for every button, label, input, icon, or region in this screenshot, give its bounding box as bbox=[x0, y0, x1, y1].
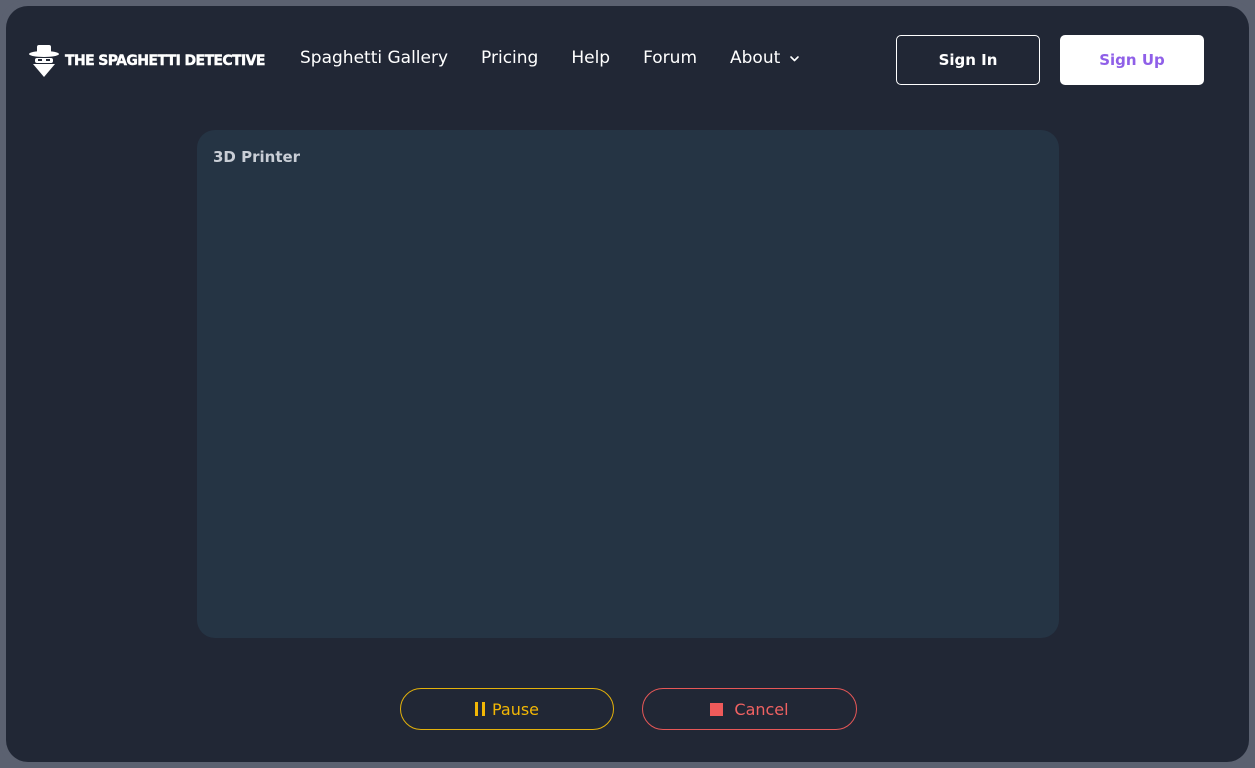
chevron-down-icon bbox=[790, 55, 800, 61]
nav-link-help[interactable]: Help bbox=[571, 48, 610, 68]
brand-link[interactable]: THE SPAGHETTI DETECTIVE bbox=[28, 44, 266, 78]
pause-label: Pause bbox=[491, 699, 540, 719]
printer-title: 3D Printer bbox=[213, 148, 301, 166]
stop-icon bbox=[710, 702, 724, 716]
sign-in-button[interactable]: Sign In bbox=[896, 35, 1040, 85]
nav-link-pricing[interactable]: Pricing bbox=[481, 48, 538, 68]
nav-about-label: About bbox=[730, 48, 781, 68]
detective-logo-icon bbox=[29, 45, 59, 77]
pause-icon bbox=[474, 702, 485, 716]
nav-dropdown-about[interactable]: About bbox=[730, 48, 800, 68]
nav-link-spaghetti-gallery[interactable]: Spaghetti Gallery bbox=[300, 48, 448, 68]
nav-links: Spaghetti Gallery Pricing Help Forum Abo… bbox=[300, 48, 833, 68]
pause-button[interactable]: Pause bbox=[400, 688, 614, 730]
printer-card: 3D Printer bbox=[197, 130, 1059, 638]
app-screen: THE SPAGHETTI DETECTIVE Spaghetti Galler… bbox=[6, 6, 1249, 762]
top-navbar: THE SPAGHETTI DETECTIVE Spaghetti Galler… bbox=[6, 6, 1249, 116]
device-frame: THE SPAGHETTI DETECTIVE Spaghetti Galler… bbox=[0, 0, 1255, 768]
cancel-label: Cancel bbox=[734, 699, 789, 719]
cancel-button[interactable]: Cancel bbox=[642, 688, 857, 730]
nav-link-forum[interactable]: Forum bbox=[643, 48, 697, 68]
sign-up-button[interactable]: Sign Up bbox=[1060, 35, 1204, 85]
brand-name: THE SPAGHETTI DETECTIVE bbox=[65, 53, 266, 69]
